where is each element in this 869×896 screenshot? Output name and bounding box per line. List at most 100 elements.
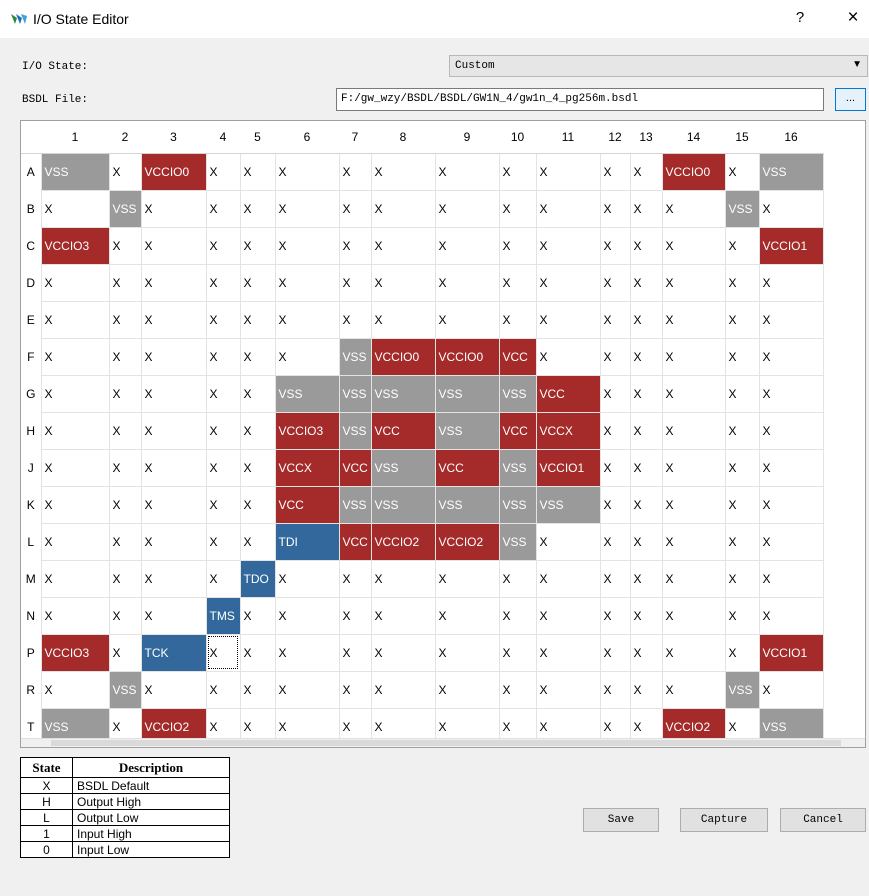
pin-cell[interactable]: VCC xyxy=(498,411,537,450)
pin-cell[interactable]: X xyxy=(535,300,601,339)
pin-cell[interactable]: X xyxy=(661,633,726,672)
pin-cell[interactable]: X xyxy=(758,448,824,487)
pin-cell[interactable]: X xyxy=(661,448,726,487)
horizontal-scrollbar[interactable] xyxy=(21,738,865,747)
pin-cell[interactable]: X xyxy=(140,559,207,598)
pin-cell[interactable]: VSS xyxy=(40,152,110,191)
pin-cell[interactable]: X xyxy=(629,411,663,450)
pin-cell[interactable]: X xyxy=(535,263,601,302)
pin-cell[interactable]: X xyxy=(535,522,601,561)
pin-cell[interactable]: X xyxy=(434,263,500,302)
pin-cell[interactable]: VSS xyxy=(370,448,436,487)
pin-cell[interactable]: X xyxy=(599,633,631,672)
pin-cell[interactable]: X xyxy=(661,596,726,635)
pin-cell[interactable]: X xyxy=(599,448,631,487)
pin-cell[interactable]: X xyxy=(599,559,631,598)
pin-cell[interactable]: VSS xyxy=(724,189,760,228)
pin-cell[interactable]: X xyxy=(599,226,631,265)
pin-cell[interactable]: X xyxy=(140,485,207,524)
pin-cell[interactable]: VSS xyxy=(434,374,500,413)
pin-cell[interactable]: X xyxy=(338,596,372,635)
pin-cell[interactable]: X xyxy=(338,152,372,191)
pin-cell[interactable]: X xyxy=(140,226,207,265)
pin-cell[interactable]: X xyxy=(140,522,207,561)
pin-cell[interactable]: X xyxy=(338,226,372,265)
pin-cell[interactable]: X xyxy=(40,670,110,709)
pin-cell[interactable]: X xyxy=(205,152,241,191)
pin-cell[interactable]: X xyxy=(661,374,726,413)
pin-cell[interactable]: VCCIO0 xyxy=(661,152,726,191)
pin-cell[interactable]: X xyxy=(758,485,824,524)
pin-cell[interactable]: X xyxy=(724,226,760,265)
pin-cell[interactable]: VSS xyxy=(434,411,500,450)
pin-cell[interactable]: X xyxy=(599,485,631,524)
pin-cell[interactable]: X xyxy=(239,263,276,302)
pin-cell[interactable]: X xyxy=(434,596,500,635)
pin-cell[interactable]: X xyxy=(205,448,241,487)
pin-cell[interactable]: VCCIO2 xyxy=(434,522,500,561)
pin-cell[interactable]: X xyxy=(758,263,824,302)
pin-cell[interactable]: X xyxy=(724,374,760,413)
pin-cell[interactable]: VCC xyxy=(338,522,372,561)
pin-cell[interactable]: X xyxy=(498,559,537,598)
pin-cell[interactable]: X xyxy=(205,263,241,302)
pin-cell[interactable]: X xyxy=(434,670,500,709)
pin-cell[interactable]: VSS xyxy=(108,189,142,228)
pin-cell[interactable]: X xyxy=(629,226,663,265)
pin-cell[interactable]: X xyxy=(40,559,110,598)
pin-cell[interactable]: X xyxy=(599,337,631,376)
pin-cell[interactable]: VCC xyxy=(370,411,436,450)
pin-cell[interactable]: X xyxy=(239,522,276,561)
pin-cell[interactable]: X xyxy=(108,337,142,376)
pin-cell[interactable]: X xyxy=(629,300,663,339)
pin-cell[interactable]: VCCIO3 xyxy=(40,633,110,672)
pin-cell[interactable]: X xyxy=(205,559,241,598)
pin-cell[interactable]: X xyxy=(661,411,726,450)
pin-cell[interactable]: X xyxy=(40,522,110,561)
pin-cell[interactable]: TDO xyxy=(239,559,276,598)
pin-cell[interactable]: VCC xyxy=(498,337,537,376)
pin-cell[interactable]: VSS xyxy=(370,485,436,524)
browse-button[interactable]: ... xyxy=(835,88,866,111)
pin-cell[interactable]: X xyxy=(758,670,824,709)
pin-cell[interactable]: X xyxy=(629,152,663,191)
pin-cell[interactable]: X xyxy=(40,374,110,413)
pin-cell[interactable]: X xyxy=(535,152,601,191)
pin-cell[interactable]: VCCX xyxy=(535,411,601,450)
pin-cell[interactable]: X xyxy=(140,189,207,228)
pin-cell[interactable]: X xyxy=(599,596,631,635)
pin-cell[interactable]: X xyxy=(758,189,824,228)
pin-cell[interactable]: X xyxy=(498,633,537,672)
help-button[interactable]: ? xyxy=(790,9,810,26)
pin-cell[interactable]: X xyxy=(205,337,241,376)
pin-cell[interactable]: X xyxy=(599,300,631,339)
scrollbar-thumb[interactable] xyxy=(51,740,841,746)
pin-cell[interactable]: X xyxy=(205,189,241,228)
pin-cell[interactable]: X xyxy=(535,226,601,265)
pin-cell[interactable]: X xyxy=(535,596,601,635)
pin-cell[interactable]: X xyxy=(108,522,142,561)
pin-cell[interactable]: X xyxy=(239,300,276,339)
pin-cell[interactable]: X xyxy=(274,633,340,672)
pin-cell[interactable]: VSS xyxy=(758,152,824,191)
pin-cell[interactable]: X xyxy=(434,300,500,339)
pin-cell[interactable]: X xyxy=(498,670,537,709)
pin-cell[interactable]: VCCIO1 xyxy=(758,226,824,265)
pin-cell[interactable]: X xyxy=(140,263,207,302)
pin-cell[interactable]: VSS xyxy=(434,485,500,524)
pin-cell[interactable]: VCCIO0 xyxy=(370,337,436,376)
pin-cell[interactable]: X xyxy=(140,448,207,487)
pin-cell[interactable]: X xyxy=(758,337,824,376)
pin-cell[interactable]: X xyxy=(758,522,824,561)
pin-cell[interactable]: X xyxy=(239,448,276,487)
pin-cell[interactable]: X xyxy=(140,300,207,339)
io-state-select[interactable]: Custom ▼ xyxy=(449,55,868,77)
pin-cell[interactable]: X xyxy=(724,633,760,672)
pin-cell[interactable]: X xyxy=(108,152,142,191)
pin-cell[interactable]: X xyxy=(599,411,631,450)
pin-cell[interactable]: X xyxy=(599,522,631,561)
pin-cell[interactable]: X xyxy=(498,189,537,228)
pin-cell[interactable]: X xyxy=(338,263,372,302)
pin-cell[interactable]: X xyxy=(661,226,726,265)
pin-cell[interactable]: X xyxy=(108,448,142,487)
